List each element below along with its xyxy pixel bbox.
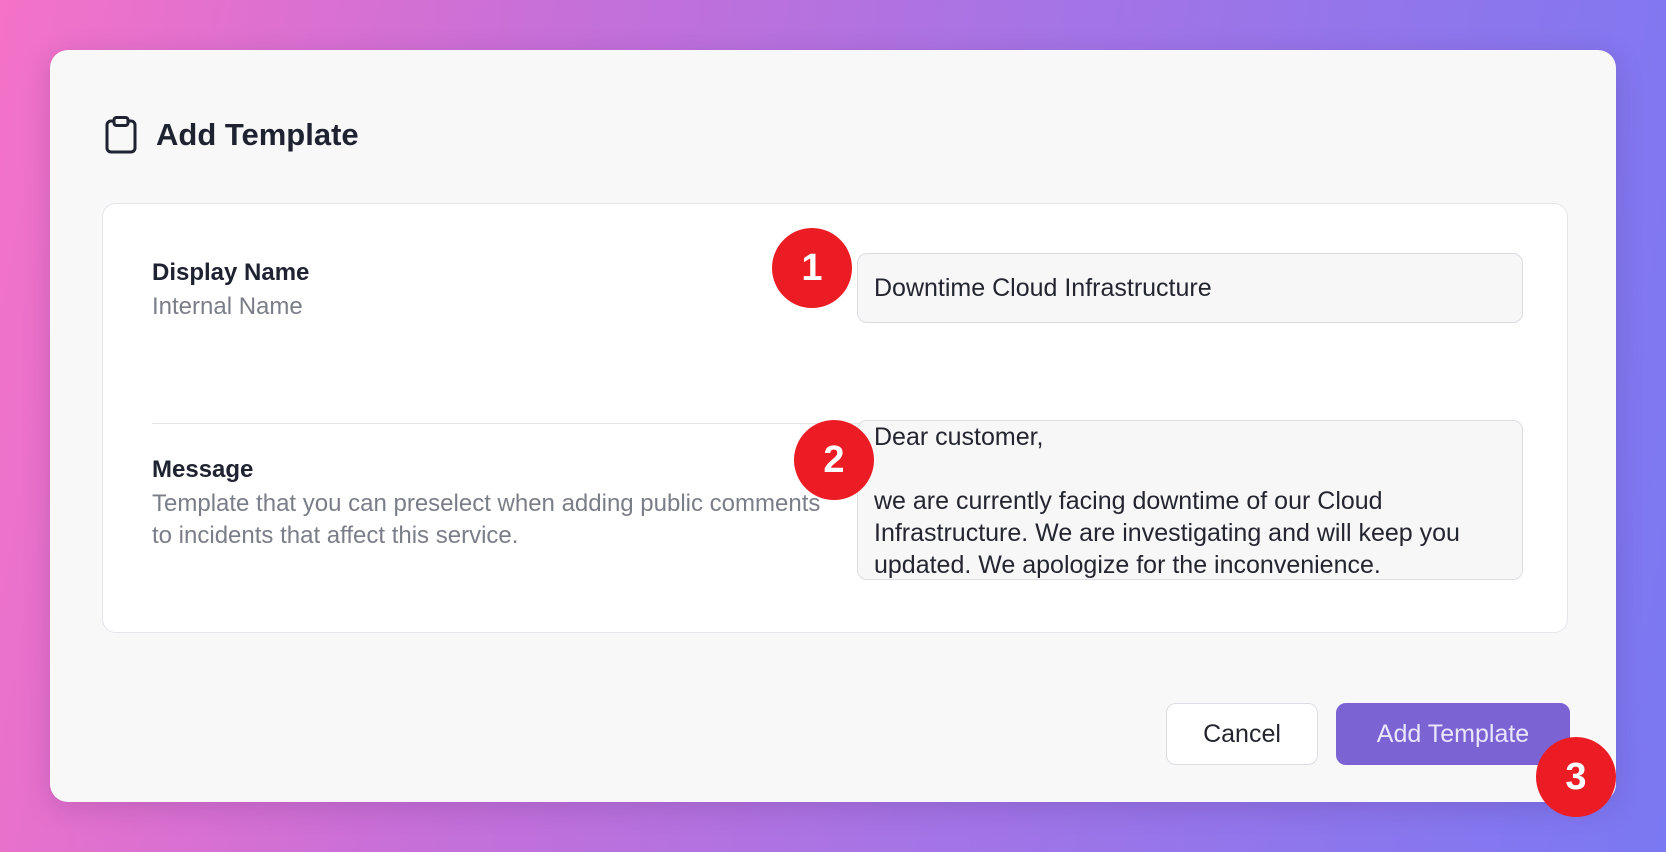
message-textarea[interactable]: Dear customer, we are currently facing d… xyxy=(857,420,1523,580)
step-2-badge: 2 xyxy=(794,420,874,500)
add-template-button[interactable]: Add Template xyxy=(1336,703,1570,765)
modal-title: Add Template xyxy=(156,117,359,152)
display-name-labels: Display Name Internal Name xyxy=(152,259,309,323)
cancel-button[interactable]: Cancel xyxy=(1166,703,1318,765)
message-labels: Message Template that you can preselect … xyxy=(152,456,842,552)
step-1-badge: 1 xyxy=(772,228,852,308)
modal-header: Add Template xyxy=(104,116,359,154)
clipboard-icon xyxy=(104,116,138,154)
display-name-label: Display Name xyxy=(152,259,310,286)
message-description: Template that you can preselect when add… xyxy=(152,490,821,549)
display-name-input[interactable] xyxy=(857,253,1523,323)
message-label: Message xyxy=(152,456,254,483)
step-3-badge: 3 xyxy=(1536,737,1616,817)
display-name-description: Internal Name xyxy=(152,293,303,320)
